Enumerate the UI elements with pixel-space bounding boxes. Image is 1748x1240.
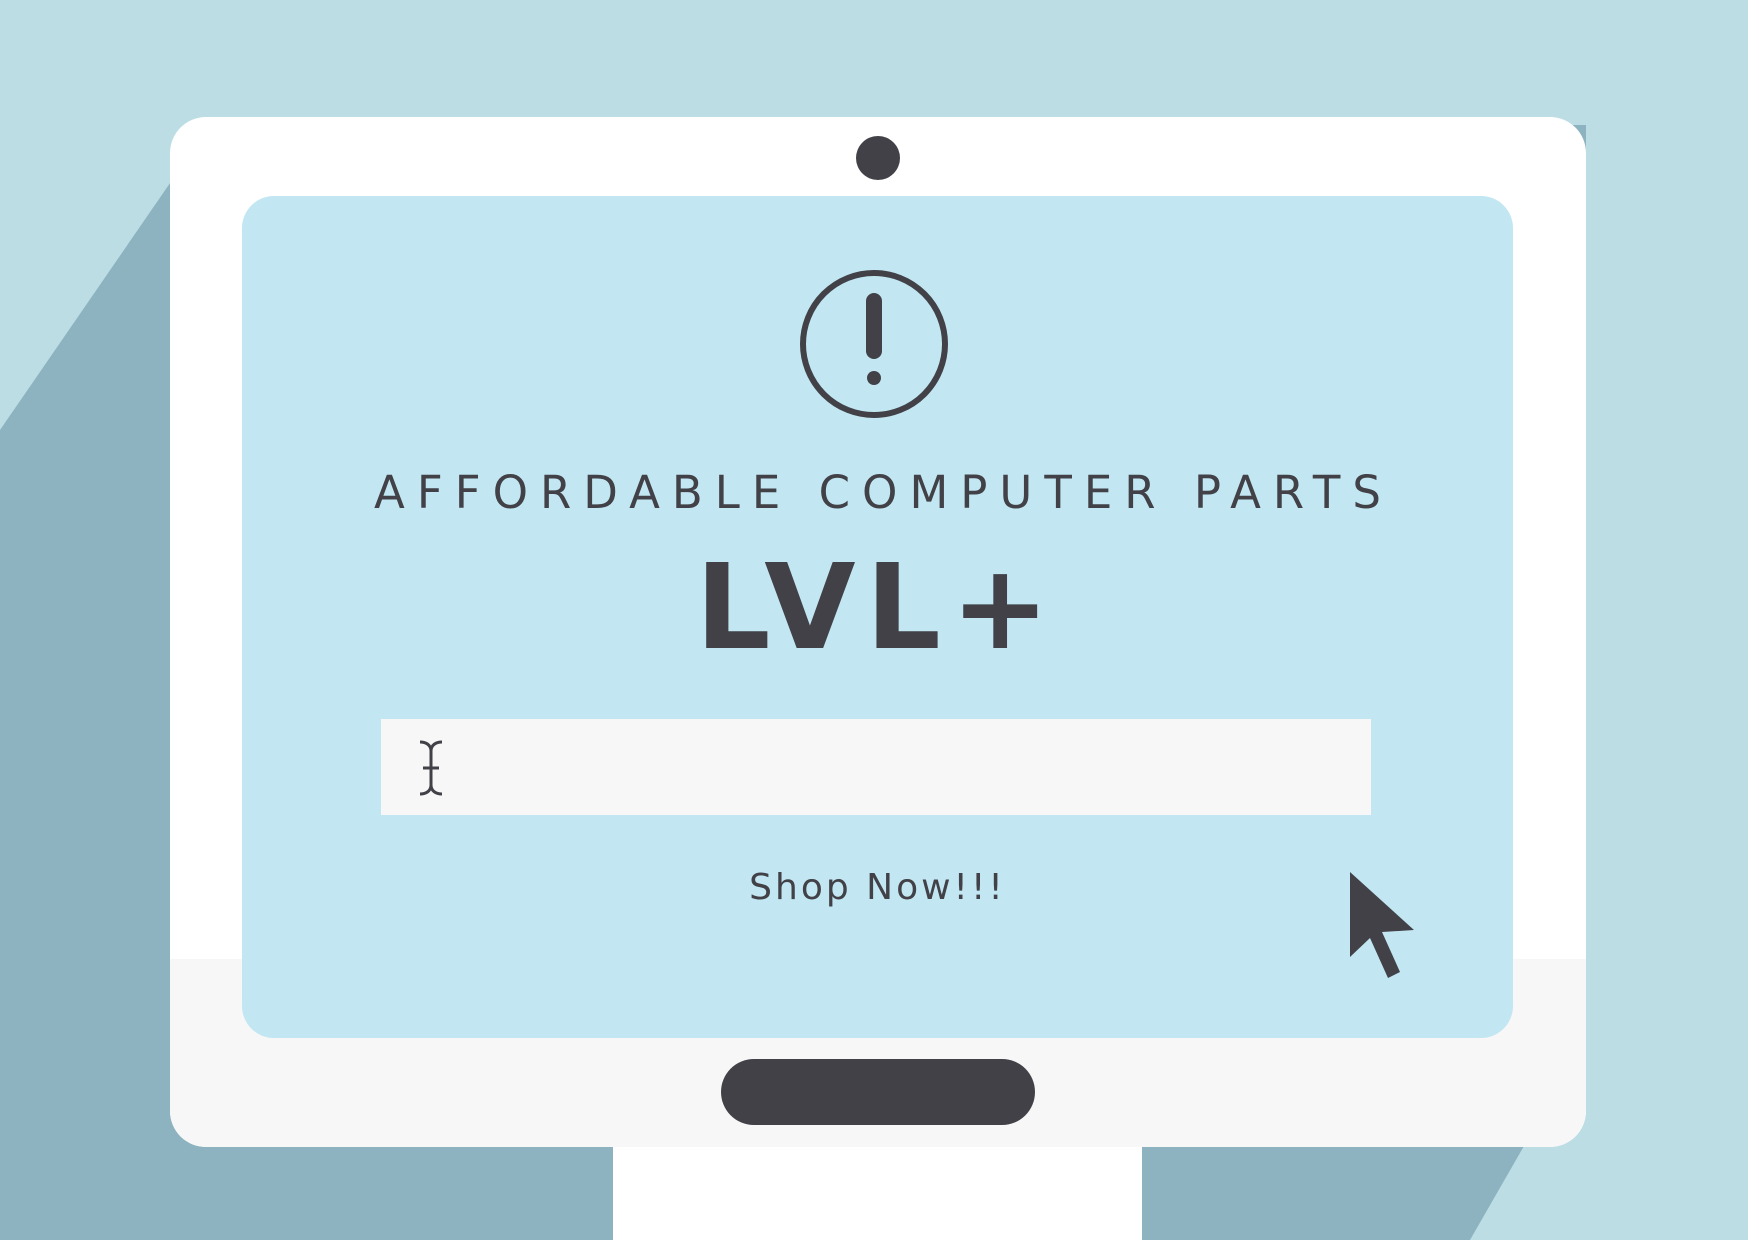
monitor-frame: AFFORDABLE COMPUTER PARTS LVL+ Shop Now!…: [170, 117, 1586, 1147]
i-beam-cursor-icon: [419, 740, 443, 796]
tagline: AFFORDABLE COMPUTER PARTS: [374, 466, 1393, 519]
brand-logo-text: LVL+: [695, 538, 1060, 676]
search-input[interactable]: [381, 719, 1371, 815]
home-button[interactable]: [721, 1059, 1035, 1125]
camera-icon: [856, 136, 900, 180]
monitor-stand: [613, 1140, 1142, 1240]
arrow-pointer-icon: [1350, 872, 1414, 978]
shop-now-link[interactable]: Shop Now!!!: [242, 867, 1513, 908]
monitor-screen: AFFORDABLE COMPUTER PARTS LVL+ Shop Now!…: [242, 196, 1513, 1038]
exclamation-circle-icon: [800, 270, 948, 418]
